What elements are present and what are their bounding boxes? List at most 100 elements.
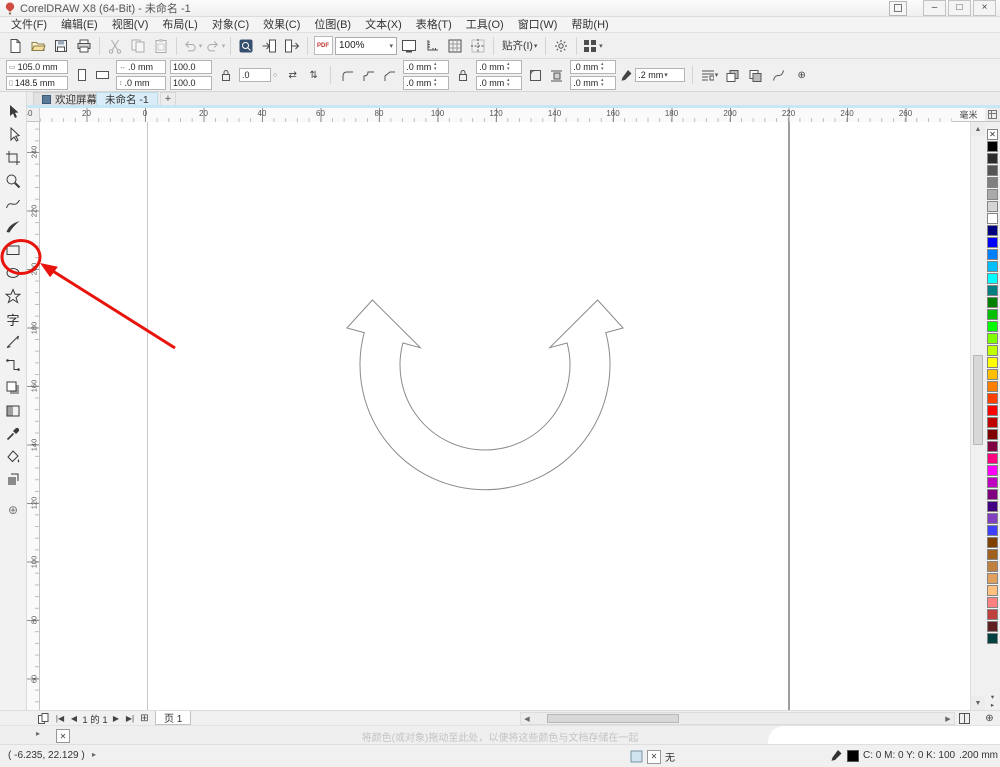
scroll-right-arrow-icon[interactable]: ▶	[942, 713, 954, 724]
spinner-icon[interactable]: ▴ ▾	[431, 78, 439, 88]
page-height-field[interactable]: ▯ 148.5 mm	[6, 76, 68, 90]
pick-tool[interactable]	[2, 101, 24, 123]
mirror-vertical-button[interactable]: ⇅	[304, 67, 323, 84]
new-tab-button[interactable]: +	[160, 92, 176, 105]
copy-button[interactable]	[127, 36, 149, 56]
menu-item-11[interactable]: 窗口(W)	[511, 17, 565, 33]
color-swatch[interactable]	[987, 153, 998, 164]
vertical-ruler[interactable]: 240 220 200 180 160 140 120 100 80 60	[27, 122, 40, 710]
connector-tool[interactable]	[2, 354, 24, 376]
to-front-button[interactable]	[723, 67, 742, 84]
color-swatch[interactable]	[987, 453, 998, 464]
color-swatch[interactable]	[987, 249, 998, 260]
color-swatch[interactable]	[987, 189, 998, 200]
color-swatch[interactable]	[987, 621, 998, 632]
color-swatch[interactable]	[987, 525, 998, 536]
close-button[interactable]: ×	[973, 0, 996, 16]
shape-tool[interactable]	[2, 124, 24, 146]
color-swatch[interactable]	[987, 633, 998, 644]
color-swatch[interactable]	[987, 165, 998, 176]
color-swatch[interactable]	[987, 225, 998, 236]
chamfered-corner-button[interactable]	[380, 67, 399, 84]
color-swatch[interactable]	[987, 345, 998, 356]
drawing-canvas[interactable]	[40, 122, 970, 710]
menu-item-6[interactable]: 效果(C)	[256, 17, 307, 33]
color-swatch[interactable]	[987, 513, 998, 524]
transparency-tool[interactable]	[2, 400, 24, 422]
outline-color-swatch[interactable]	[847, 749, 859, 762]
toolbox-customize-button[interactable]: ⊕	[2, 499, 24, 521]
add-page-button[interactable]: ⊞	[138, 712, 151, 725]
menu-item-4[interactable]: 布局(L)	[155, 17, 204, 33]
color-swatch[interactable]	[987, 393, 998, 404]
smart-fill-tool[interactable]	[2, 469, 24, 491]
options-button[interactable]	[550, 36, 572, 56]
color-swatch[interactable]	[987, 573, 998, 584]
color-swatch[interactable]	[987, 429, 998, 440]
lock-corners-button[interactable]	[453, 67, 472, 84]
color-swatch[interactable]	[987, 201, 998, 212]
color-swatch[interactable]	[987, 309, 998, 320]
color-swatch[interactable]	[987, 381, 998, 392]
corner-radius-bl-field[interactable]: .0 mm ▴ ▾	[403, 76, 450, 90]
palette-scroll-down-icon[interactable]: ▾	[991, 694, 994, 702]
zoom-fit-button[interactable]: ⊕	[983, 712, 996, 725]
search-content-button[interactable]	[235, 36, 257, 56]
scroll-up-arrow-icon[interactable]: ▲	[971, 122, 985, 136]
color-swatch[interactable]	[987, 561, 998, 572]
scalloped-corner-button[interactable]	[359, 67, 378, 84]
menu-item-12[interactable]: 帮助(H)	[564, 17, 615, 33]
spinner-icon[interactable]: ▴ ▾	[598, 78, 606, 88]
page-width-field[interactable]: ▭ 105.0 mm	[6, 60, 68, 74]
color-swatch[interactable]	[987, 261, 998, 272]
zoom-level-select[interactable]: 100% ▾	[335, 36, 397, 55]
palette-flyout-icon[interactable]: ▸	[991, 702, 994, 710]
color-swatch[interactable]	[987, 357, 998, 368]
new-document-button[interactable]	[4, 36, 26, 56]
color-eyedropper-tool[interactable]	[2, 423, 24, 445]
color-swatch[interactable]	[987, 597, 998, 608]
corner-radius-tl-field[interactable]: .0 mm ▴ ▾	[403, 60, 450, 74]
color-swatch[interactable]	[987, 549, 998, 560]
color-swatch[interactable]	[987, 237, 998, 248]
color-swatch[interactable]	[987, 537, 998, 548]
rotation-angle-field[interactable]: .0	[239, 68, 271, 82]
color-swatch[interactable]	[987, 297, 998, 308]
round-corner-button[interactable]	[338, 67, 357, 84]
show-rulers-button[interactable]	[421, 36, 443, 56]
object-width-field[interactable]: ↔ .0 mm	[116, 60, 166, 74]
zoom-tool[interactable]	[2, 170, 24, 192]
color-swatch[interactable]	[987, 465, 998, 476]
previous-page-button[interactable]: ◀	[68, 712, 80, 725]
spinner-icon[interactable]: ▴ ▾	[504, 78, 512, 88]
snap-to-dropdown[interactable]: 贴齐(I) ▾	[498, 37, 541, 55]
color-swatch[interactable]	[987, 321, 998, 332]
color-swatch[interactable]	[987, 585, 998, 596]
wrap-paragraph-text-button[interactable]: ▾	[700, 67, 719, 84]
menu-item-8[interactable]: 文本(X)	[358, 17, 409, 33]
artistic-media-tool[interactable]	[2, 216, 24, 238]
color-swatch[interactable]	[987, 441, 998, 452]
crop-tool[interactable]	[2, 147, 24, 169]
text-tool[interactable]: 字	[2, 308, 24, 330]
drop-shadow-tool[interactable]	[2, 377, 24, 399]
last-page-button[interactable]: ▶|	[122, 712, 138, 725]
quick-customize-button[interactable]: ⊕	[792, 67, 811, 84]
color-swatch[interactable]	[987, 213, 998, 224]
application-launcher-button[interactable]: ▾	[581, 36, 603, 56]
import-button[interactable]	[258, 36, 280, 56]
tab-document[interactable]: 未命名 -1	[96, 92, 158, 106]
horizontal-scroll-thumb[interactable]	[547, 714, 679, 723]
page-sorter-button[interactable]	[36, 712, 50, 725]
paste-button[interactable]	[150, 36, 172, 56]
statusbar-flyout-icon[interactable]: ▸	[92, 750, 96, 759]
menu-item-5[interactable]: 对象(C)	[205, 17, 256, 33]
redo-button[interactable]: ▾	[204, 36, 226, 56]
no-fill-icon[interactable]: ✕	[647, 749, 661, 764]
freehand-tool[interactable]	[2, 193, 24, 215]
relative-corner-scaling-button[interactable]	[526, 67, 545, 84]
save-button[interactable]	[50, 36, 72, 56]
color-swatch[interactable]	[987, 369, 998, 380]
publish-pdf-button[interactable]: PDF	[312, 36, 334, 56]
document-palette-flyout-icon[interactable]: ▸	[36, 729, 40, 738]
